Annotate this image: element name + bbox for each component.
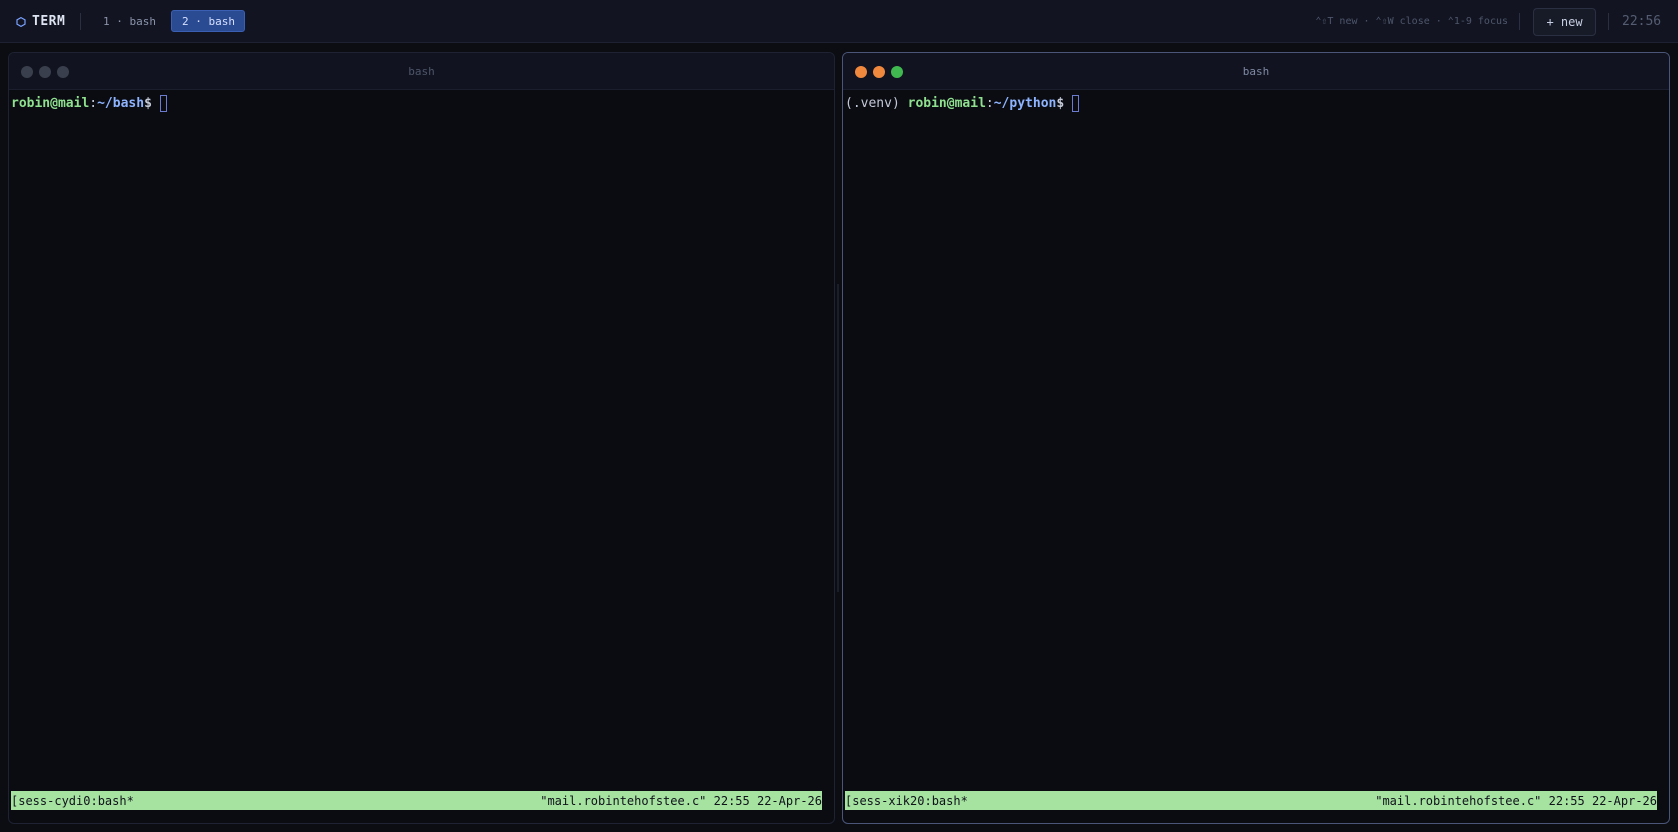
status-session: [sess-cydi0:bash*	[11, 793, 134, 808]
brand-label: TERM	[32, 14, 66, 29]
prompt-user: robin@mail	[11, 96, 90, 111]
tab-1[interactable]: 1 · bash	[93, 10, 166, 32]
status-bar: [sess-cydi0:bash* "mail.robintehofstee.c…	[11, 791, 822, 810]
status-bar: [sess-xik20:bash* "mail.robintehofstee.c…	[845, 791, 1657, 810]
prompt-line[interactable]: robin@mail: ~/bash $	[11, 94, 167, 113]
prompt-line[interactable]: (.venv) robin@mail: ~/python $	[845, 94, 1080, 113]
pane-resize-handle[interactable]	[837, 284, 839, 592]
brand: TERM	[16, 0, 65, 43]
prompt-colon: :	[985, 96, 994, 111]
tab-2[interactable]: 2 · bash	[171, 10, 245, 32]
text-cursor	[1072, 95, 1080, 112]
clock: 22:56	[1622, 14, 1662, 29]
terminal-pane-2[interactable]: bash (.venv) robin@mail: ~/python $ [sess-…	[842, 52, 1670, 824]
status-session: [sess-xik20:bash*	[845, 793, 968, 808]
prompt-user: robin@mail	[907, 96, 986, 111]
hexagon-icon	[16, 16, 26, 27]
divider	[80, 13, 81, 30]
prompt-dollar: $	[1056, 96, 1065, 111]
pane-title: bash	[1242, 64, 1270, 78]
pane-header: bash	[843, 53, 1669, 90]
text-cursor	[159, 95, 167, 112]
divider	[1608, 13, 1609, 30]
terminal-pane-1[interactable]: bash robin@mail: ~/bash $ [sess-cydi0:bash…	[8, 52, 835, 824]
status-info: "mail.robintehofstee.c" 22:55 22-Apr-26	[540, 793, 822, 808]
new-terminal-button[interactable]: + new	[1533, 8, 1596, 36]
prompt-path: ~/python	[993, 96, 1057, 111]
prompt-dollar: $	[144, 96, 152, 111]
pane-title: bash	[408, 64, 435, 78]
prompt-venv: (.venv)	[845, 96, 908, 111]
prompt-path: ~/bash	[97, 96, 145, 111]
pane-header: bash	[9, 53, 834, 90]
top-bar: TERM 1 · bash 2 · bash ⌃⇧T new · ⌃⇧W clo…	[0, 0, 1678, 43]
shortcut-hints: ⌃⇧T new · ⌃⇧W close · ⌃1-9 focus	[1315, 16, 1508, 27]
terminal-app: TERM 1 · bash 2 · bash ⌃⇧T new · ⌃⇧W clo…	[0, 0, 1678, 832]
tab-label: 2 · bash	[182, 14, 235, 28]
divider	[1519, 13, 1520, 30]
status-info: "mail.robintehofstee.c" 22:55 22-Apr-26	[1375, 793, 1657, 808]
prompt-colon: :	[89, 96, 98, 111]
new-button-label: + new	[1546, 15, 1583, 29]
tab-label: 1 · bash	[103, 14, 156, 28]
